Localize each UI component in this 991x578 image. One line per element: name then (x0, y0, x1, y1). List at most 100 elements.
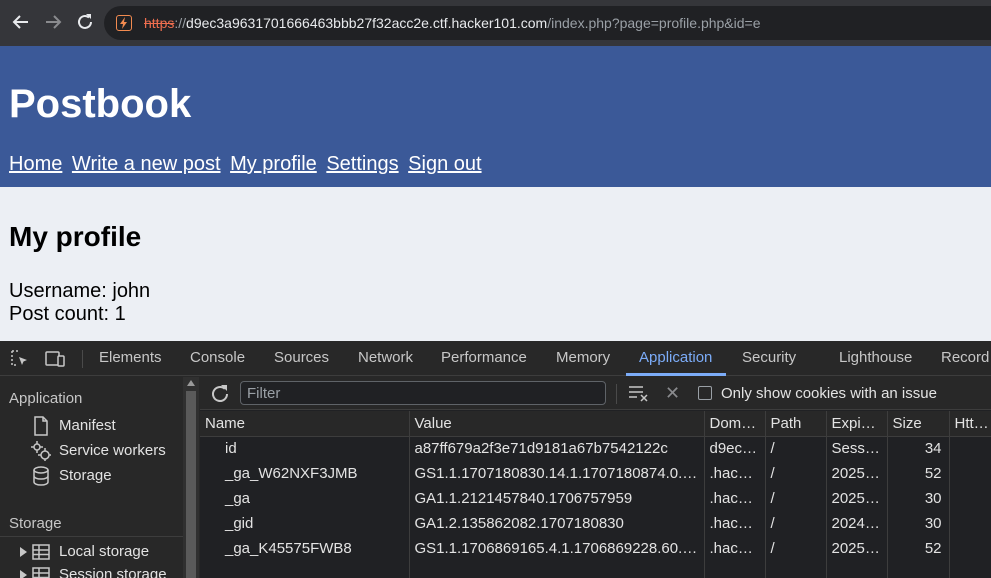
tab-performance[interactable]: Performance (441, 341, 527, 376)
delete-selected-icon[interactable]: ✕ (665, 383, 683, 403)
url-text: https://d9ec3a9631701666463bbb27f32acc2e… (144, 15, 761, 31)
column-header-domain[interactable]: Dom… (704, 411, 766, 437)
filter-bar-separator (616, 384, 617, 404)
tab-memory[interactable]: Memory (556, 341, 610, 376)
table-row[interactable]: _gid GA1.2.135862082.1707180830 .hac… / … (200, 511, 991, 536)
table-row[interactable]: _ga_W62NXF3JMB GS1.1.1707180830.14.1.170… (200, 461, 991, 486)
device-toolbar-icon[interactable] (44, 349, 65, 369)
column-header-name[interactable]: Name (200, 411, 410, 437)
cookie-value: a87ff679a2f3e71d9181a67b7542122c (409, 436, 705, 461)
devtools-panel: Elements Console Sources Network Perform… (0, 341, 991, 578)
gears-icon (30, 440, 52, 462)
tab-elements[interactable]: Elements (99, 341, 162, 376)
issue-only-label: Only show cookies with an issue (721, 385, 937, 402)
cookie-value: GA1.2.135862082.1707180830 (409, 511, 705, 536)
column-header-path[interactable]: Path (765, 411, 827, 437)
cookie-domain: .hac… (704, 511, 766, 536)
table-row[interactable]: id a87ff679a2f3e71d9181a67b7542122c d9ec… (200, 436, 991, 461)
tab-recorder[interactable]: Record (941, 341, 989, 376)
application-sidebar: Application Manifest Service workers Sto… (0, 377, 183, 578)
scroll-up-arrow-icon[interactable] (187, 380, 195, 386)
profile-content: My profile Username: john Post count: 1 (0, 187, 991, 341)
nav-my-profile-link[interactable]: My profile (230, 153, 317, 175)
cookie-name: _ga_K45575FWB8 (200, 536, 410, 561)
expand-triangle-icon[interactable] (20, 570, 27, 578)
cookie-size: 52 (887, 536, 950, 561)
cookie-expires: Sess… (826, 436, 888, 461)
clear-filtered-cookies-icon[interactable] (628, 383, 650, 403)
cookie-httponly (949, 536, 991, 561)
cookie-httponly (949, 486, 991, 511)
scrollbar-thumb[interactable] (186, 391, 196, 578)
filter-input[interactable] (240, 381, 606, 405)
cookie-name: id (200, 436, 410, 461)
cookie-domain: .hac… (704, 461, 766, 486)
cookie-path: / (765, 461, 827, 486)
tab-sources[interactable]: Sources (274, 341, 329, 376)
cookie-path: / (765, 436, 827, 461)
tabbar-separator (82, 350, 83, 368)
tab-console[interactable]: Console (190, 341, 245, 376)
nav-write-post-link[interactable]: Write a new post (72, 153, 221, 175)
forward-arrow-icon[interactable] (41, 10, 65, 34)
table-grid-icon (30, 541, 52, 563)
refresh-icon[interactable] (209, 383, 231, 405)
cookies-panel: ✕ Only show cookies with an issue Name V… (200, 377, 991, 578)
column-header-expires[interactable]: Expi… (826, 411, 888, 437)
table-header-row: Name Value Dom… Path Expi… Size Http… (200, 411, 991, 437)
sidebar-scrollbar[interactable] (183, 377, 199, 578)
browser-toolbar: https://d9ec3a9631701666463bbb27f32acc2e… (0, 0, 991, 46)
inspect-element-icon[interactable] (10, 349, 30, 369)
cookie-httponly (949, 436, 991, 461)
table-empty-row (200, 561, 991, 578)
reload-icon[interactable] (73, 10, 97, 34)
tab-lighthouse[interactable]: Lighthouse (839, 341, 912, 376)
cookie-httponly (949, 461, 991, 486)
cookie-domain: d9ec… (704, 436, 766, 461)
column-header-size[interactable]: Size (887, 411, 950, 437)
cookie-expires: 2025… (826, 486, 888, 511)
expand-triangle-icon[interactable] (20, 547, 27, 557)
sidebar-heading-application: Application (9, 390, 83, 407)
cookie-domain: .hac… (704, 486, 766, 511)
address-bar[interactable]: https://d9ec3a9631701666463bbb27f32acc2e… (104, 6, 991, 40)
active-tab-indicator (626, 373, 726, 376)
cookie-path: / (765, 486, 827, 511)
sidebar-divider (0, 536, 183, 537)
document-icon (30, 415, 52, 437)
nav-settings-link[interactable]: Settings (326, 153, 398, 175)
back-arrow-icon[interactable] (9, 10, 33, 34)
cookie-value: GS1.1.1706869165.4.1.1706869228.60.… (409, 536, 705, 561)
devtools-tabbar: Elements Console Sources Network Perform… (0, 341, 991, 376)
cookie-table: Name Value Dom… Path Expi… Size Http… id… (200, 411, 991, 578)
cookie-filter-bar: ✕ Only show cookies with an issue (200, 377, 991, 410)
cookie-name: _ga (200, 486, 410, 511)
cookie-expires: 2024… (826, 511, 888, 536)
username-text: Username: john (9, 280, 151, 302)
tab-application[interactable]: Application (639, 341, 712, 376)
nav-home-link[interactable]: Home (9, 153, 62, 175)
cookie-value: GA1.1.2121457840.1706757959 (409, 486, 705, 511)
cookie-name: _ga_W62NXF3JMB (200, 461, 410, 486)
page-title: My profile (9, 221, 142, 252)
column-header-value[interactable]: Value (409, 411, 705, 437)
cookie-httponly (949, 511, 991, 536)
tab-security[interactable]: Security (742, 341, 796, 376)
not-secure-icon[interactable] (116, 15, 132, 31)
column-header-httponly[interactable]: Http… (949, 411, 991, 437)
cookie-name: _gid (200, 511, 410, 536)
cookie-expires: 2025… (826, 461, 888, 486)
cookie-size: 52 (887, 461, 950, 486)
tab-network[interactable]: Network (358, 341, 413, 376)
cookie-size: 34 (887, 436, 950, 461)
nav-sign-out-link[interactable]: Sign out (408, 153, 481, 175)
site-title: Postbook (9, 82, 192, 126)
issue-only-checkbox[interactable] (698, 386, 712, 400)
table-row[interactable]: _ga GA1.1.2121457840.1706757959 .hac… / … (200, 486, 991, 511)
cookie-size: 30 (887, 511, 950, 536)
database-icon (30, 465, 52, 487)
cookie-path: / (765, 536, 827, 561)
table-grid-icon (30, 564, 52, 578)
table-row[interactable]: _ga_K45575FWB8 GS1.1.1706869165.4.1.1706… (200, 536, 991, 561)
cookie-path: / (765, 511, 827, 536)
